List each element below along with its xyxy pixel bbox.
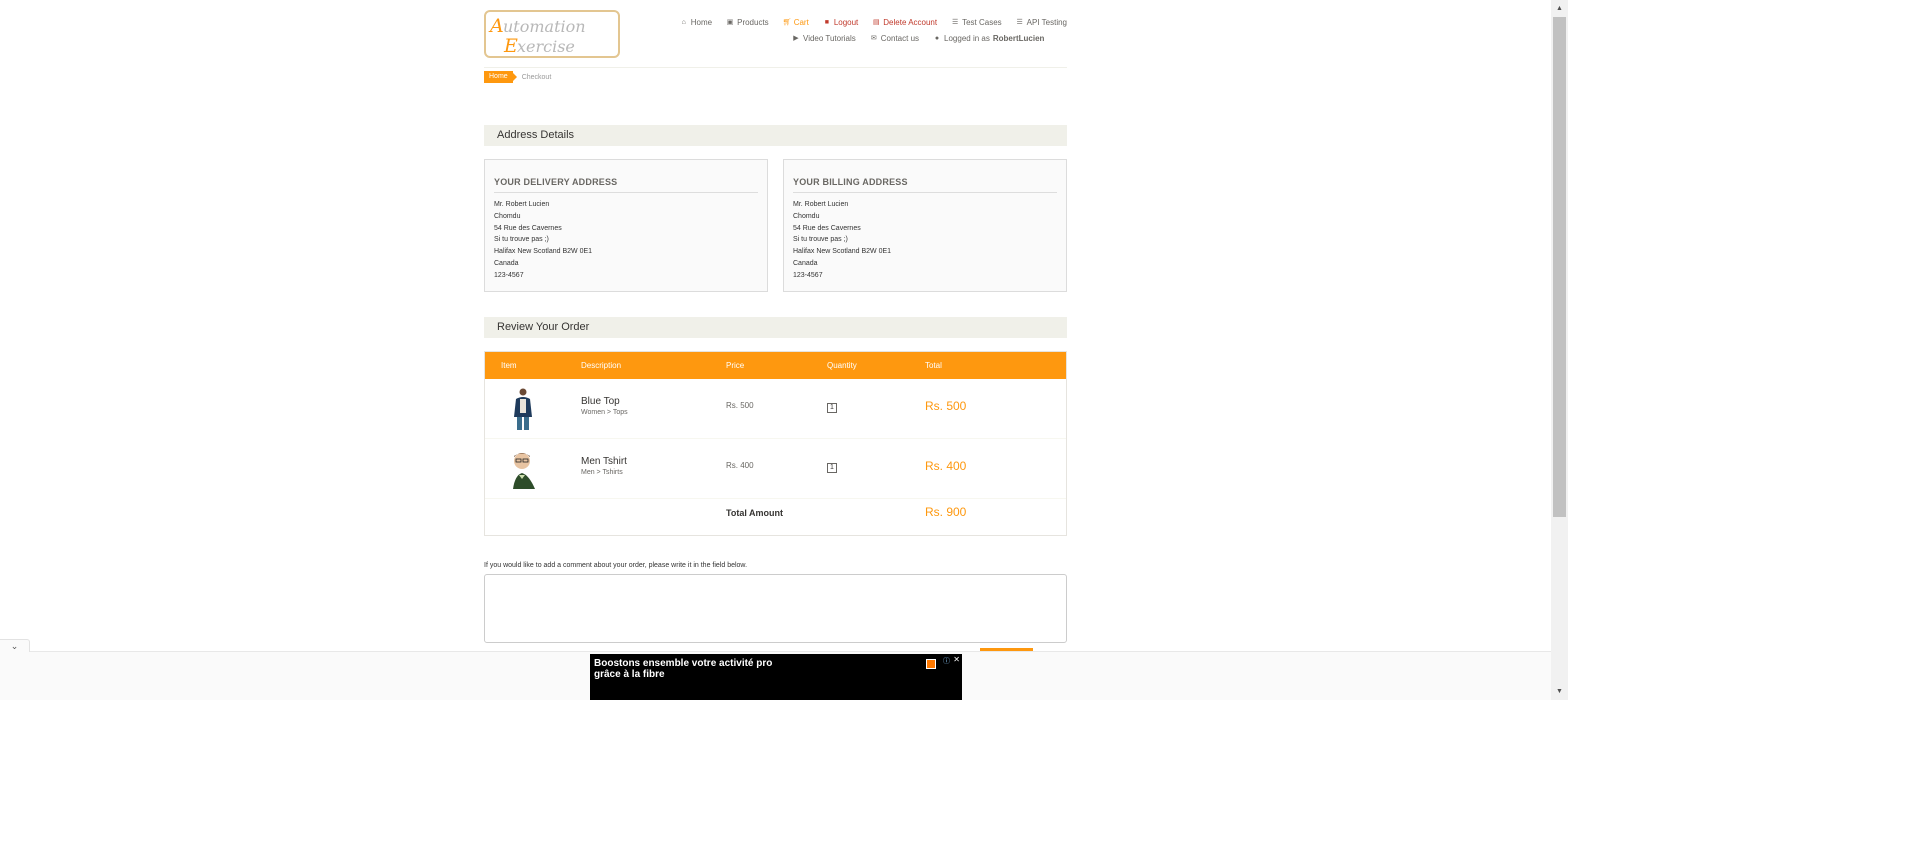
table-row: Men Tshirt Men > Tshirts Rs. 400 1 Rs. 4…: [485, 439, 1066, 499]
home-icon: ⌂: [681, 18, 686, 26]
address-details-heading: Address Details: [484, 125, 1067, 146]
nav-logout[interactable]: ■ Logout: [823, 18, 859, 27]
table-row: Blue Top Women > Tops Rs. 500 1 Rs. 500: [485, 379, 1066, 439]
delivery-name: Mr. Robert Lucien: [494, 201, 550, 208]
col-quantity: Quantity: [827, 361, 857, 370]
product-category: Men > Tshirts: [581, 469, 623, 476]
list-icon: ☰: [951, 19, 959, 26]
billing-name: Mr. Robert Lucien: [793, 201, 849, 208]
delivery-city-state-zip: Halifax New Scotland B2W 0E1: [494, 248, 593, 256]
product-price: Rs. 500: [726, 401, 754, 410]
total-amount-label: Total Amount: [726, 508, 783, 518]
col-total: Total: [925, 361, 942, 370]
scroll-up-arrow-icon[interactable]: ▲: [1551, 0, 1568, 17]
breadcrumb-current: Checkout: [521, 73, 552, 81]
nav-delete-account[interactable]: ▤ Delete Account: [872, 18, 937, 27]
nav-contact-us[interactable]: ✉ Contact us: [870, 34, 919, 43]
ad-info-icon[interactable]: ⓘ: [943, 656, 950, 666]
svg-text:xercise: xercise: [517, 37, 575, 56]
product-name-link[interactable]: Men Tshirt: [581, 456, 627, 467]
billing-city-state-zip: Halifax New Scotland B2W 0E1: [793, 248, 892, 256]
nav-row-secondary: ▶ Video Tutorials ✉ Contact us ● Logged …: [690, 30, 1067, 46]
delivery-phone: 123-4567: [494, 271, 524, 279]
ad-collapse-toggle[interactable]: ⌄: [0, 639, 30, 652]
vertical-scrollbar[interactable]: ▲ ▼: [1551, 0, 1568, 700]
billing-country: Canada: [793, 259, 818, 267]
billing-address2: Si tu trouve pas ;): [793, 236, 848, 244]
svg-text:A: A: [488, 15, 504, 37]
ad-close-icon[interactable]: ✕: [953, 655, 960, 664]
envelope-icon: ✉: [870, 35, 877, 42]
product-description: Blue Top Women > Tops: [581, 396, 628, 416]
billing-phone: 123-4567: [793, 271, 823, 279]
nav-test-cases[interactable]: ☰ Test Cases: [951, 18, 1002, 27]
delivery-country: Canada: [494, 259, 519, 267]
nav-cart[interactable]: 🛒︎ Cart: [783, 18, 809, 27]
billing-address1: 54 Rue des Cavernes: [793, 224, 861, 232]
delivery-company: Chomdu: [494, 212, 521, 220]
list-icon: ☰: [1016, 19, 1023, 26]
review-order-heading: Review Your Order: [484, 317, 1067, 338]
product-image-men-tshirt[interactable]: [505, 447, 541, 489]
svg-text:E: E: [503, 35, 518, 56]
ad-text-line1: Boostons ensemble votre activité pro: [594, 658, 773, 669]
delivery-address2: Si tu trouve pas ;): [494, 236, 549, 244]
total-row: Total Amount Rs. 900: [485, 499, 1066, 535]
col-item: Item: [501, 361, 517, 370]
product-quantity: 1: [827, 463, 837, 473]
nav-home[interactable]: ⌂ Home: [680, 18, 712, 27]
col-description: Description: [581, 361, 622, 370]
nav-row-primary: ⌂ Home ▣ Products 🛒︎ Cart ■ Logout ▤ Del…: [682, 14, 1067, 30]
delivery-address-box: YOUR DELIVERY ADDRESS Mr. Robert Lucien …: [484, 159, 768, 292]
delivery-address-title: YOUR DELIVERY ADDRESS: [494, 177, 758, 193]
product-image-blue-top[interactable]: [505, 387, 541, 430]
product-description: Men Tshirt Men > Tshirts: [581, 456, 627, 476]
order-table-header: Item Description Price Quantity Total: [485, 352, 1066, 379]
chevron-down-icon: ⌄: [10, 640, 19, 651]
comment-label: If you would like to add a comment about…: [484, 562, 748, 569]
product-quantity: 1: [827, 403, 837, 413]
breadcrumb: Home Checkout: [484, 71, 551, 83]
billing-address-box: YOUR BILLING ADDRESS Mr. Robert Lucien C…: [783, 159, 1067, 292]
product-name-link[interactable]: Blue Top: [581, 396, 628, 407]
header-divider: [484, 67, 1067, 68]
youtube-icon: ▶: [793, 35, 799, 42]
scrollbar-thumb[interactable]: [1553, 17, 1566, 517]
logged-in-username: RobertLucien: [992, 33, 1045, 43]
product-category: Women > Tops: [581, 409, 628, 416]
ad-text-line2: grâce à la fibre: [594, 669, 665, 680]
nav-products[interactable]: ▣ Products: [726, 18, 769, 27]
svg-text:utomation: utomation: [503, 17, 586, 36]
orange-logo-icon: [926, 659, 936, 669]
nav-video-tutorials[interactable]: ▶ Video Tutorials: [792, 34, 855, 43]
total-amount-value: Rs. 900: [925, 505, 967, 519]
order-comment-textarea[interactable]: [484, 574, 1067, 643]
ad-banner[interactable]: Boostons ensemble votre activité pro grâ…: [590, 654, 962, 700]
billing-address-title: YOUR BILLING ADDRESS: [793, 177, 1057, 193]
delivery-address1: 54 Rue des Cavernes: [494, 224, 562, 232]
scroll-down-arrow-icon[interactable]: ▼: [1551, 683, 1568, 700]
products-icon: ▣: [726, 19, 734, 26]
order-table: Item Description Price Quantity Total Bl…: [484, 351, 1067, 536]
billing-company: Chomdu: [793, 212, 820, 220]
trash-icon: ▤: [872, 19, 880, 26]
product-total: Rs. 500: [925, 399, 967, 413]
nav-api-testing[interactable]: ☰ API Testing: [1016, 18, 1067, 27]
product-total: Rs. 400: [925, 459, 967, 473]
logged-in-status: ● Logged in as RobertLucien: [934, 33, 1045, 43]
cart-icon: 🛒︎: [782, 19, 792, 26]
lock-icon: ■: [824, 18, 829, 26]
col-price: Price: [726, 361, 745, 370]
breadcrumb-home[interactable]: Home: [484, 71, 517, 83]
user-icon: ●: [934, 34, 940, 42]
product-price: Rs. 400: [726, 461, 754, 470]
page: A utomation E xercise ⌂ Home ▣ Products …: [0, 0, 1551, 700]
site-logo[interactable]: A utomation E xercise: [484, 10, 620, 58]
main-nav: ⌂ Home ▣ Products 🛒︎ Cart ■ Logout ▤ Del…: [682, 14, 1067, 46]
